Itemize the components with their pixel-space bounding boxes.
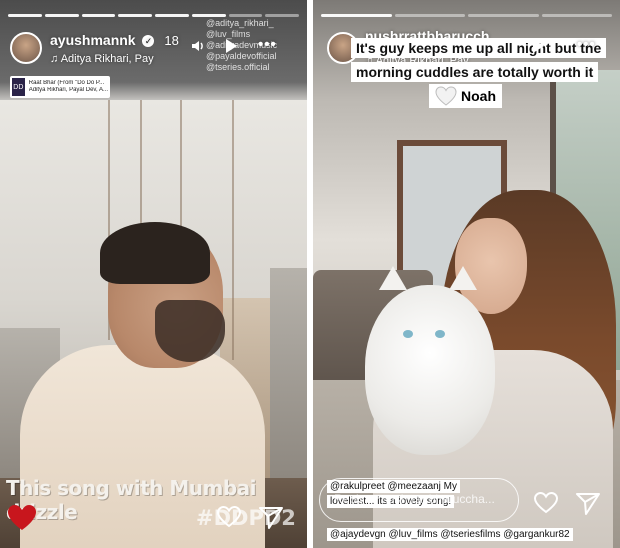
- tag-line-bottom[interactable]: @ajaydevgn @luv_films @tseriesfilms @gar…: [327, 528, 573, 541]
- music-artist-text: Aditya Rikhari, Pay: [60, 53, 154, 65]
- reply-input[interactable]: Reply to nushrrattbharuccha...: [319, 478, 519, 522]
- username-text[interactable]: ayushmannk: [50, 32, 136, 48]
- story-progress-bar: [8, 14, 299, 17]
- mention[interactable]: @tseries.official: [206, 62, 306, 73]
- volume-icon[interactable]: [190, 38, 206, 58]
- story-left: ayushmannk ✓ 18 ♫ Aditya Rikhari, Pay ••…: [0, 0, 307, 548]
- fairy-lights: [232, 100, 234, 360]
- name-sticker: Noah: [429, 84, 502, 108]
- building: [270, 268, 307, 478]
- send-icon[interactable]: [575, 490, 601, 516]
- heart-icon[interactable]: [216, 504, 242, 530]
- album-art-icon: DD: [12, 78, 25, 96]
- reply-handle: nushrrattbharuccha...: [381, 492, 495, 506]
- text-sticker-line-2: morning cuddles are totally worth it: [351, 62, 599, 82]
- cat-ear: [379, 266, 407, 290]
- music-subtitle[interactable]: ♫ Aditya Rikhari, Pay: [50, 53, 154, 65]
- mention[interactable]: @aditya_rikhari_: [206, 18, 306, 29]
- man-hair: [100, 222, 210, 284]
- red-heart-emoji: [8, 505, 36, 530]
- text-sticker-line-1: It's guy keeps me up all night but the: [351, 38, 607, 58]
- music-sticker[interactable]: DD Raat Bhar (From "Do Do P... Aditya Ri…: [10, 76, 110, 98]
- pet-name: Noah: [461, 88, 496, 104]
- mention[interactable]: @payaldevofficial: [206, 51, 306, 62]
- cat-ear: [449, 266, 477, 290]
- story-progress-bar: [321, 14, 612, 17]
- send-icon[interactable]: [258, 504, 284, 530]
- music-note-icon: ♫: [50, 53, 61, 65]
- white-cat: [365, 285, 495, 455]
- heart-icon[interactable]: [533, 490, 559, 516]
- cat-eye: [435, 330, 445, 338]
- play-icon[interactable]: [531, 38, 545, 58]
- story-right: nushrrattbharucch ♫ Aditya Rikhari, Pay …: [313, 0, 620, 548]
- time-ago: 18: [164, 33, 179, 48]
- cat-eye: [403, 330, 413, 338]
- story-username[interactable]: ayushmannk ✓ 18: [50, 32, 179, 48]
- man-beard: [155, 300, 225, 362]
- white-heart-emoji: [435, 86, 457, 106]
- mentions-list: @aditya_rikhari_ @luv_films @adityadevmu…: [206, 18, 306, 73]
- music-sticker-title: Raat Bhar (From "Do Do P...: [28, 80, 105, 86]
- mention[interactable]: @luv_films: [206, 29, 306, 40]
- mention[interactable]: @adityadevmusic: [206, 40, 306, 51]
- more-icon[interactable]: •••: [577, 36, 596, 53]
- reply-placeholder: Reply to: [334, 492, 379, 506]
- music-sticker-artists: Aditya Rikhari, Payal Dev, A...: [28, 87, 108, 93]
- verified-icon: ✓: [142, 35, 155, 47]
- avatar[interactable]: [10, 32, 42, 64]
